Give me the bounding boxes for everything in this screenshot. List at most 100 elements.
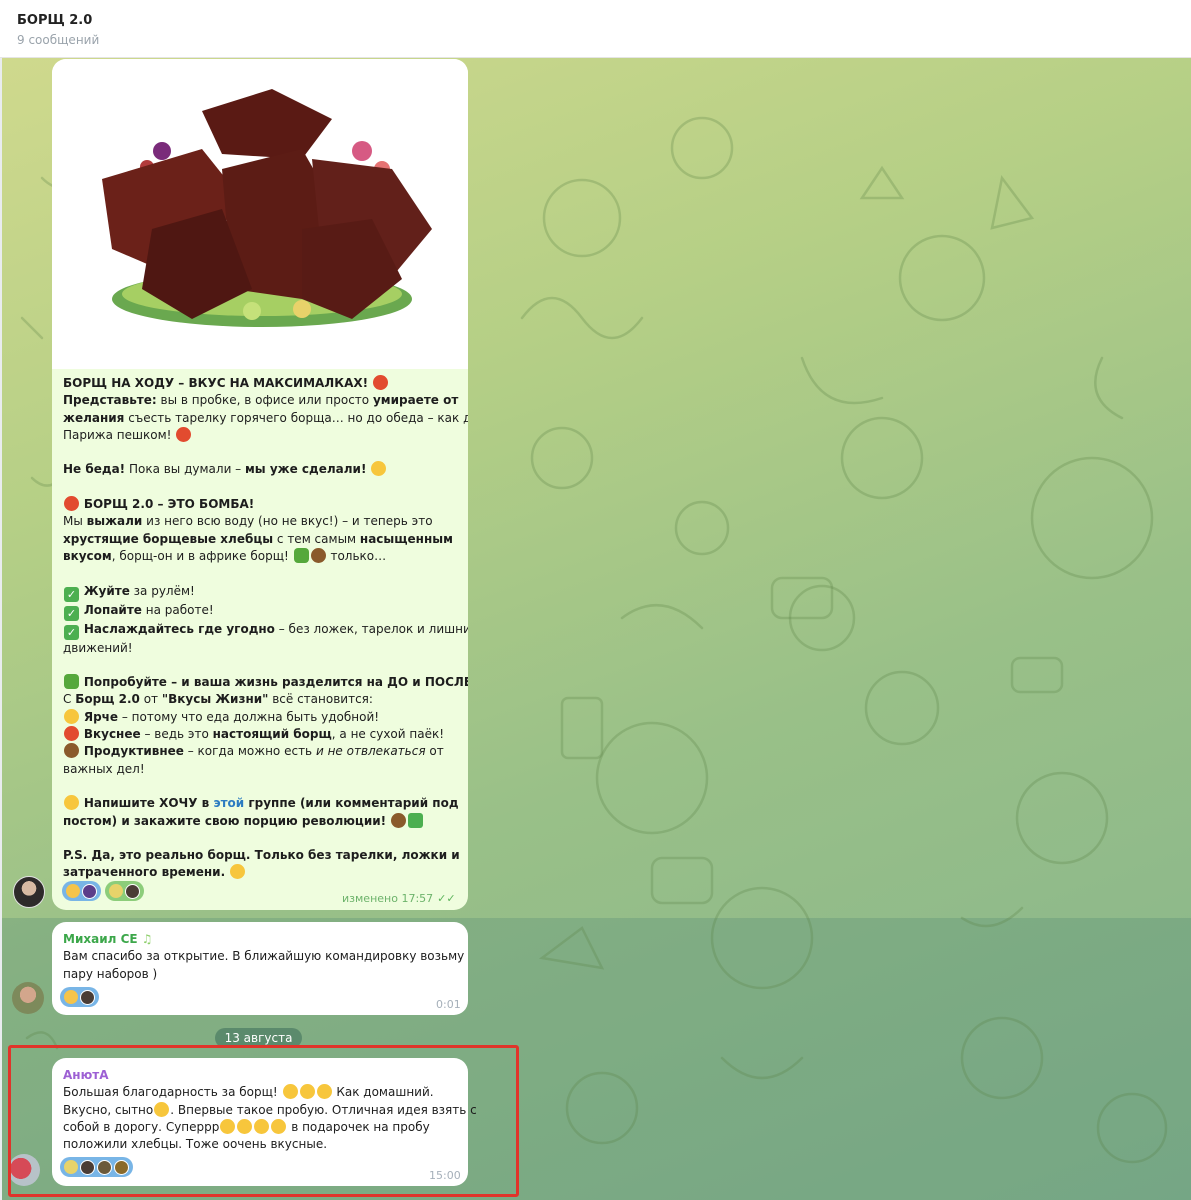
clap-emoji	[271, 1118, 287, 1134]
chat-header[interactable]: БОРЩ 2.0 9 сообщений	[0, 0, 1191, 58]
heart-hands-emoji	[220, 1118, 236, 1134]
post-line: – когда можно есть	[183, 744, 316, 759]
post-line: , борщ-он и в африке борщ!	[111, 548, 289, 563]
date-separator: 13 августа	[215, 1028, 302, 1048]
message-text: . Впервые такое пробую. Отличная идея вз…	[170, 1102, 477, 1117]
post-line: за рулём!	[129, 583, 195, 598]
thumbs-up-emoji	[154, 1101, 170, 1117]
post-photo[interactable]	[52, 59, 468, 369]
pen-emoji	[64, 743, 79, 759]
message-text: собой в дорогу. Суперрр	[63, 1119, 220, 1134]
edited-time: изменено 17:57	[342, 892, 434, 905]
post-line: вкусом	[63, 548, 112, 563]
reaction-thumbs[interactable]	[60, 987, 99, 1007]
reactor-avatar	[114, 1159, 129, 1175]
candle-emoji	[109, 884, 123, 898]
message-reactions	[60, 1157, 133, 1177]
post-line: С	[63, 692, 76, 707]
post-line: – потому что еда должна быть удобной!	[118, 709, 380, 724]
message-reactions	[60, 987, 99, 1007]
message-text: в подарочек на пробу	[287, 1119, 430, 1134]
post-line: мы уже сделали!	[245, 462, 367, 477]
post-line: умираете от	[372, 393, 459, 408]
message-body: Михаил СЕ ♫ Вам спасибо за открытие. В б…	[63, 931, 465, 983]
post-meta: изменено 17:57 ✓✓	[342, 890, 456, 907]
message-text: Вам спасибо за открытие. В ближайшую ком…	[63, 949, 465, 964]
dash-emoji	[407, 812, 423, 828]
reaction-candle[interactable]	[105, 881, 144, 901]
post-line: желания	[63, 410, 125, 425]
collision-emoji	[64, 726, 79, 742]
post-line: Вкуснее	[83, 727, 141, 742]
post-line: Парижа пешком!	[63, 427, 172, 442]
post-line: важных дел!	[63, 761, 145, 776]
post-line: от	[425, 744, 444, 759]
pointing-hand-emoji	[64, 795, 79, 811]
candle-emoji	[64, 1160, 78, 1174]
group-link[interactable]: этой	[213, 796, 244, 810]
post-line: Попробуйте – и ваша жизнь разделится на …	[83, 675, 468, 690]
post-line: настоящий борщ	[212, 727, 332, 742]
message-text: Вкусно, сытно	[63, 1102, 154, 1117]
meat-emoji	[310, 547, 326, 563]
post-line: P.S. Да, это реально борщ. Только без та…	[63, 848, 460, 863]
sender-name[interactable]: Михаил СЕ	[63, 932, 138, 946]
post-line: и не отвлекаться	[315, 744, 426, 759]
sender-name[interactable]: АнютА	[63, 1067, 461, 1084]
reactor-avatar	[97, 1159, 112, 1175]
post-line: хрустящие борщевые хлебцы	[63, 531, 274, 546]
post-line: Продуктивнее	[83, 744, 184, 759]
post-line: Не беда!	[63, 462, 126, 477]
reactor-avatar	[125, 883, 140, 899]
mikhail-avatar[interactable]	[12, 982, 44, 1014]
check-emoji: ✓	[64, 605, 79, 621]
chat-title: БОРЩ 2.0	[17, 13, 93, 28]
post-line: Лопайте	[83, 602, 142, 617]
smirk-emoji	[229, 864, 245, 880]
post-line: группе (или комментарий под	[244, 796, 459, 811]
anyuta-avatar[interactable]	[8, 1154, 40, 1186]
post-line: Борщ 2.0	[75, 692, 140, 707]
clap-emoji	[254, 1118, 270, 1134]
post-line: – без ложек, тарелок и лишних	[274, 621, 468, 636]
post-line: с тем самым	[273, 531, 360, 546]
reaction-thumbs[interactable]	[62, 881, 101, 901]
clap-emoji	[237, 1118, 253, 1134]
post-line: из него всю воду (но не вкус!) – и тепер…	[142, 514, 433, 529]
post-line: затраченного времени.	[63, 865, 226, 880]
thumbs-up-emoji	[66, 884, 80, 898]
fire-emoji	[64, 496, 79, 512]
message-text: Большая благодарность за борщ!	[63, 1085, 278, 1100]
post-line: – ведь это	[140, 727, 213, 742]
ok-hand-emoji	[299, 1084, 315, 1100]
post-line: Ярче	[83, 709, 119, 724]
post-line: Жуйте	[83, 583, 130, 598]
message-count: 9 сообщений	[17, 33, 100, 47]
post-line: Наслаждайтесь где угодно	[83, 621, 275, 636]
message-time: 15:00	[429, 1169, 461, 1182]
message-text: Как домашний.	[332, 1085, 434, 1100]
reactor-avatar	[80, 989, 95, 1005]
check-emoji: ✓	[64, 586, 79, 602]
message-anyuta[interactable]: АнютА Большая благодарность за борщ! Как…	[52, 1058, 477, 1186]
post-line: Мы	[63, 514, 87, 529]
post-line: движений!	[63, 640, 133, 655]
post-line: на работе!	[141, 602, 214, 617]
post-line: вы в пробке, в офисе или просто	[156, 393, 373, 408]
channel-avatar[interactable]	[13, 876, 45, 908]
message-text: положили хлебцы. Тоже оочень вкусные.	[63, 1137, 328, 1152]
message-time: 0:01	[436, 998, 461, 1011]
ok-hand-emoji	[282, 1084, 298, 1100]
leaf-emoji	[293, 547, 309, 563]
rocket-emoji	[372, 375, 388, 390]
channel-post[interactable]: БОРЩ НА ХОДУ – ВКУС НА МАКСИМАЛКАХ! Пред…	[52, 59, 468, 910]
post-line: "Вкусы Жизни"	[161, 692, 269, 707]
message-mikhail[interactable]: Михаил СЕ ♫ Вам спасибо за открытие. В б…	[52, 922, 468, 1015]
post-reactions	[62, 881, 144, 901]
avocado-emoji	[64, 674, 79, 690]
runner-emoji	[390, 812, 406, 828]
post-line: Пока вы думали –	[125, 462, 245, 477]
message-body: АнютА Большая благодарность за борщ! Как…	[63, 1067, 477, 1153]
post-line: съесть тарелку горячего борща… но до обе…	[124, 410, 468, 425]
reaction-candle[interactable]	[60, 1157, 133, 1177]
